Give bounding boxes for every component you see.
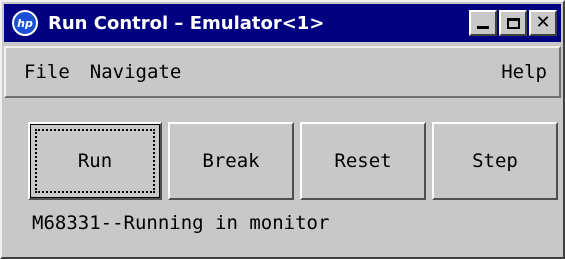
step-button[interactable]: Step [432, 122, 558, 200]
reset-button[interactable]: Reset [300, 122, 426, 200]
title-bar[interactable]: hp Run Control – Emulator<1> ✕ [4, 4, 561, 42]
close-button[interactable]: ✕ [529, 10, 557, 36]
hp-logo-icon[interactable]: hp [12, 10, 38, 36]
control-buttons: Run Break Reset Step [28, 122, 558, 200]
minimize-icon [477, 26, 489, 29]
run-control-window: hp Run Control – Emulator<1> ✕ File Navi… [0, 0, 565, 259]
break-button[interactable]: Break [168, 122, 294, 200]
status-line: M68331--Running in monitor [32, 212, 330, 234]
maximize-icon [506, 17, 520, 29]
close-icon: ✕ [535, 12, 551, 33]
run-button[interactable]: Run [28, 122, 162, 200]
window-controls: ✕ [469, 10, 557, 36]
app-icon-text: hp [17, 16, 33, 30]
menu-file[interactable]: File [14, 61, 80, 83]
window-title: Run Control – Emulator<1> [48, 12, 325, 34]
maximize-button[interactable] [499, 10, 527, 36]
minimize-button[interactable] [469, 10, 497, 36]
menu-help[interactable]: Help [491, 61, 557, 83]
menu-navigate[interactable]: Navigate [80, 61, 192, 83]
menu-bar: File Navigate Help [4, 46, 561, 98]
